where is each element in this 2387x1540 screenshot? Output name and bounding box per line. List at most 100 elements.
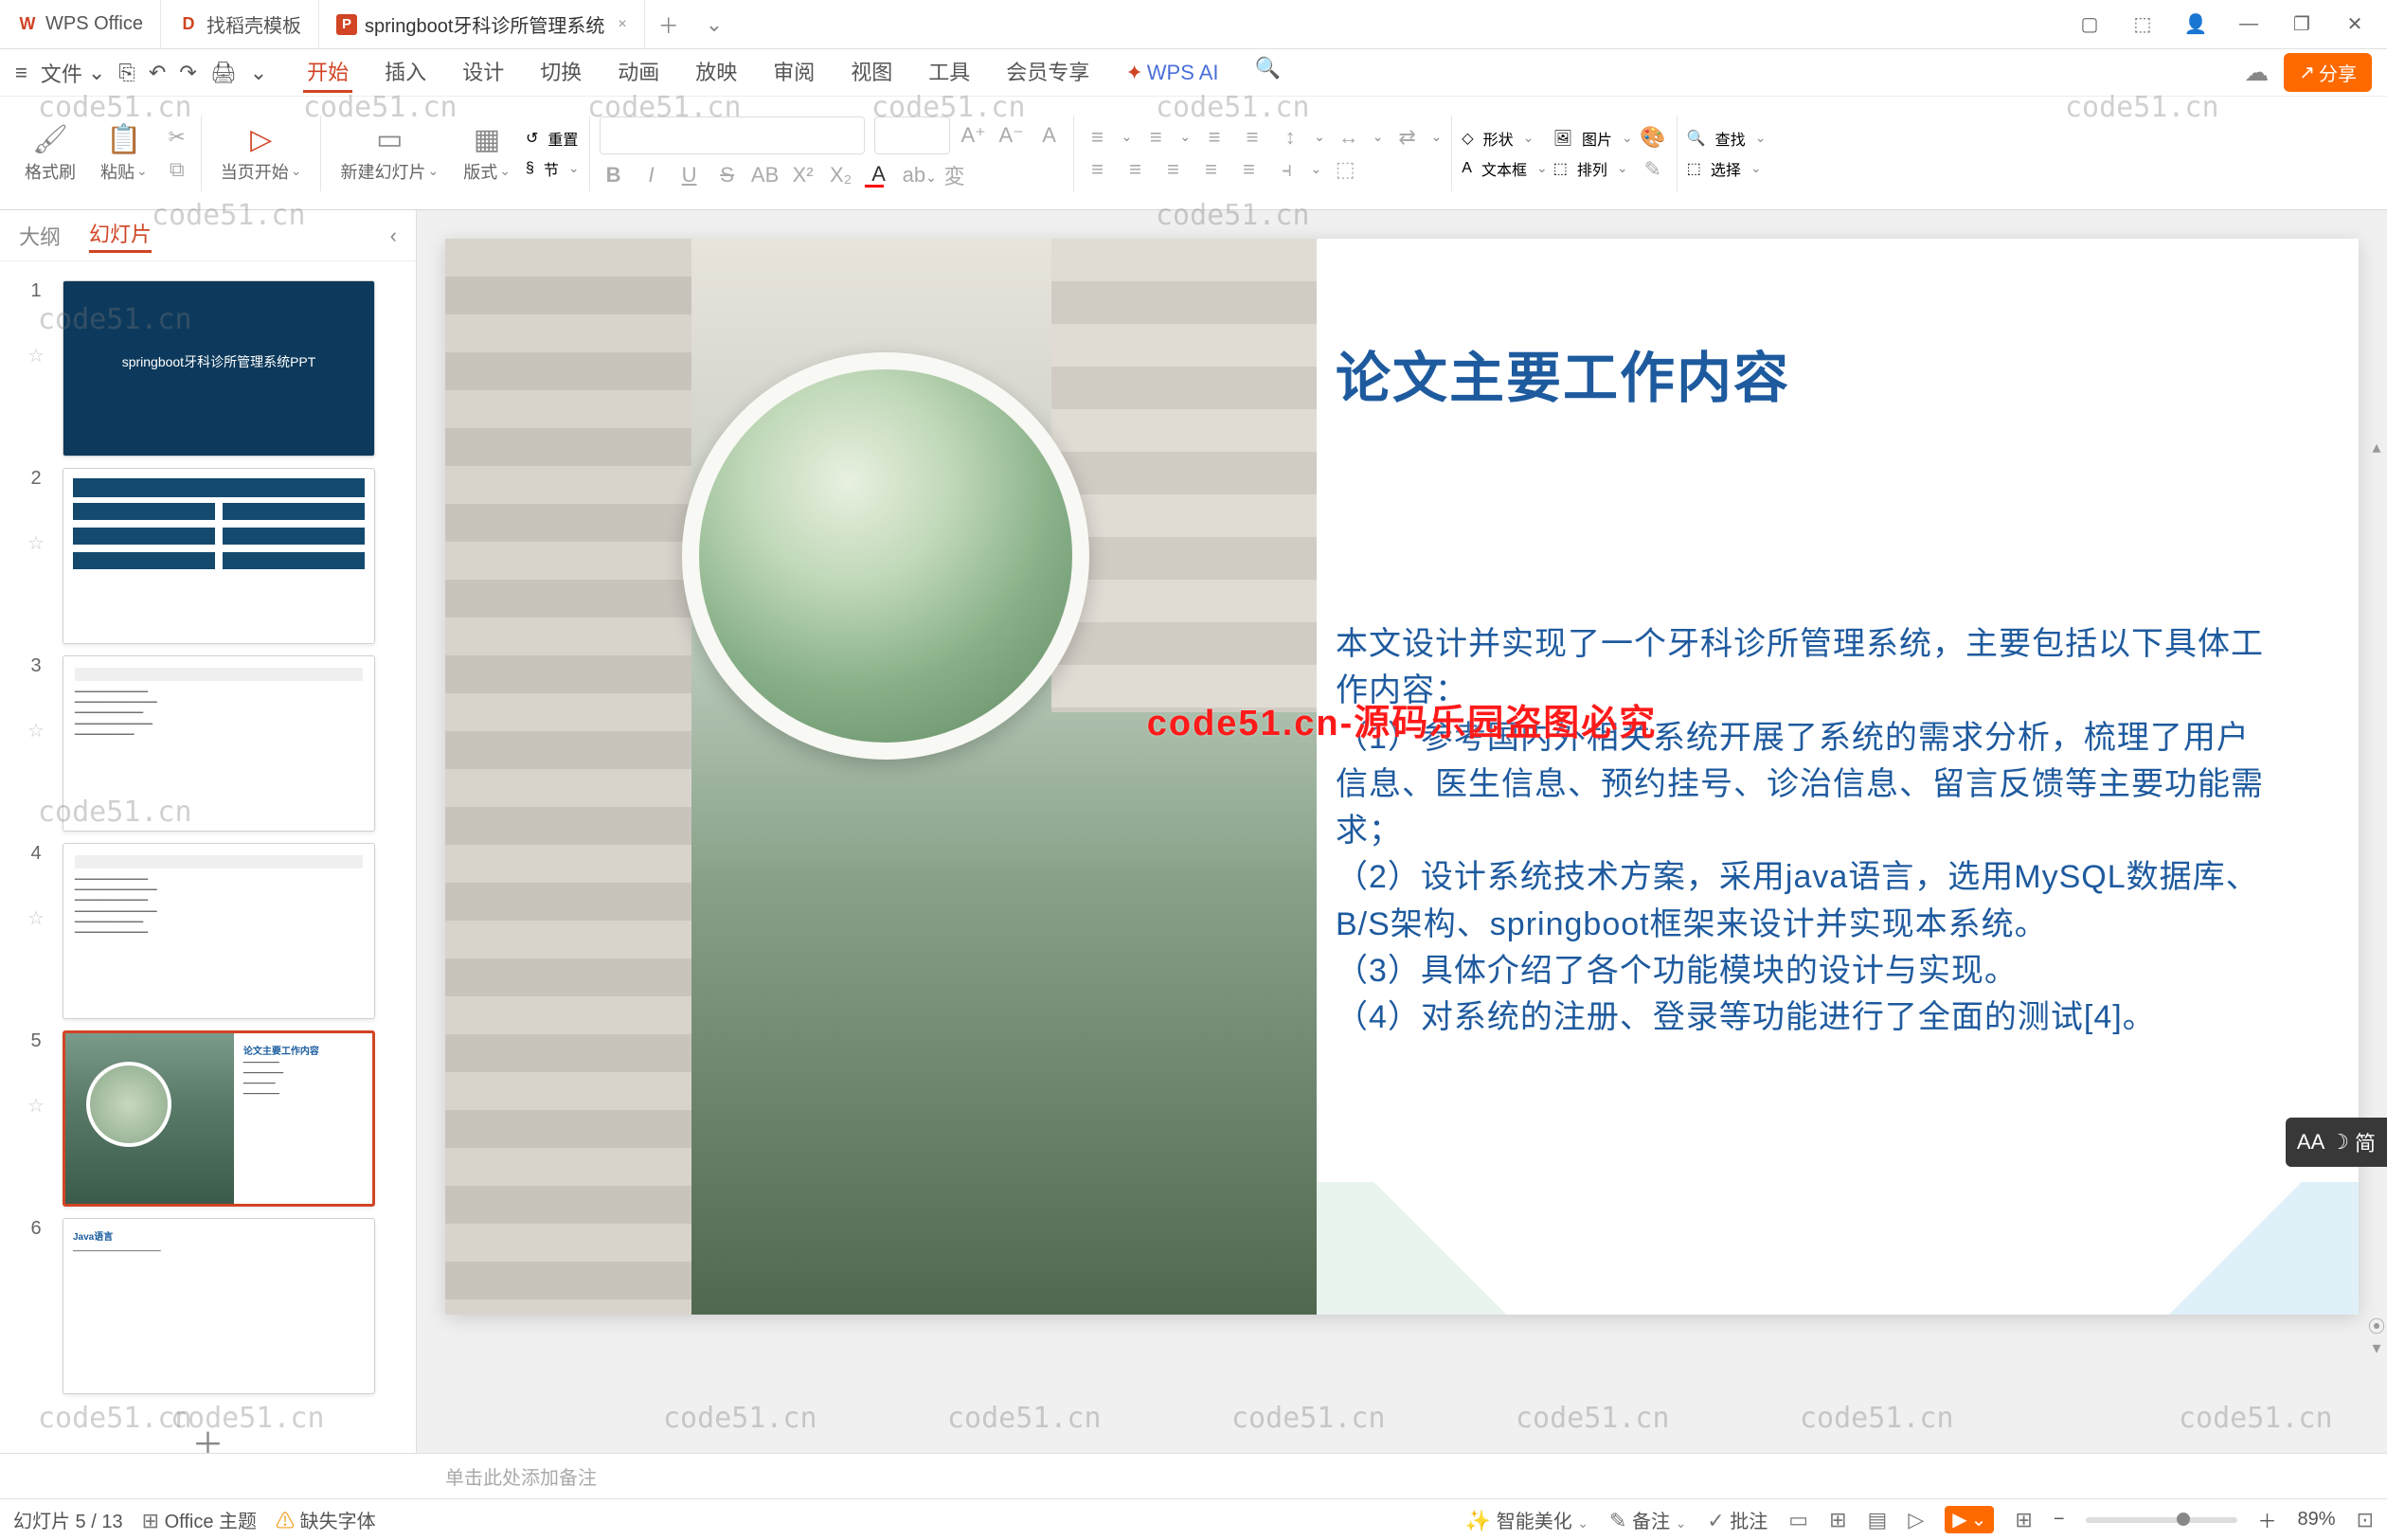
tab-wps-home[interactable]: W WPS Office xyxy=(0,0,161,48)
vertical-scrollbar[interactable]: ▴ ⦿ ▾ xyxy=(2368,438,2385,1358)
zoom-in-button[interactable]: ＋ xyxy=(2258,1506,2277,1533)
cut-icon[interactable]: ✂ xyxy=(163,125,191,150)
decrease-font-icon[interactable]: A⁻ xyxy=(997,123,1026,148)
slideshow-view-icon[interactable]: ▷ xyxy=(1908,1508,1924,1532)
qat-print-icon[interactable]: 🖨 xyxy=(210,61,237,85)
slide-canvas[interactable]: 论文主要工作内容 本文设计并实现了一个牙科诊所管理系统，主要包括以下具体工作内容… xyxy=(445,239,2359,1315)
new-slide-button[interactable]: ▭ 新建幻灯片⌄ xyxy=(331,123,448,184)
thumbnail-3[interactable]: 3☆ ━━━━━━━━━━━━━━━━━━━━━━━━━━━━━━━━━━━━━… xyxy=(0,650,416,837)
align-vertical-icon[interactable]: ⫞ xyxy=(1273,157,1301,182)
thumbnail-1[interactable]: 1☆ springboot牙科诊所管理系统PPT xyxy=(0,275,416,462)
increase-font-icon[interactable]: A⁺ xyxy=(960,123,988,148)
align-justify-icon[interactable]: ≡ xyxy=(1197,157,1226,182)
grid-view-icon[interactable]: ⊞ xyxy=(2015,1508,2032,1532)
scroll-prev-icon[interactable]: ⦿ xyxy=(2368,1314,2385,1338)
collapse-panel-icon[interactable]: ‹ xyxy=(390,224,397,248)
accessibility-badge[interactable]: AA ☽ 简 xyxy=(2286,1118,2387,1167)
numbering-icon[interactable]: ≡ xyxy=(1141,125,1170,150)
scroll-up-icon[interactable]: ▴ xyxy=(2372,438,2380,457)
qat-redo-icon[interactable]: ↷ xyxy=(179,61,196,85)
zoom-level[interactable]: 89% xyxy=(2298,1509,2336,1531)
tab-home[interactable]: 开始 xyxy=(303,52,352,93)
paste-group[interactable]: 📋 粘贴⌄ xyxy=(91,123,157,184)
decrease-indent-icon[interactable]: ≡ xyxy=(1200,125,1229,150)
underline-button[interactable]: U xyxy=(675,163,704,188)
clear-format-icon[interactable]: A xyxy=(1035,123,1064,148)
sorter-view-icon[interactable]: ⊞ xyxy=(1829,1508,1846,1532)
cloud-sync-icon[interactable]: ☁ xyxy=(2244,58,2269,87)
minimize-button[interactable]: — xyxy=(2235,11,2262,38)
bold-button[interactable]: B xyxy=(600,163,628,188)
bullets-icon[interactable]: ≡ xyxy=(1084,125,1112,150)
tab-transitions[interactable]: 切换 xyxy=(536,52,585,93)
tab-wps-ai[interactable]: ✦WPS AI xyxy=(1122,52,1222,93)
select-button[interactable]: ⬚选择⌄ xyxy=(1687,157,1767,180)
font-size-select[interactable] xyxy=(874,116,950,154)
theme-indicator[interactable]: ⊞ Office 主题 xyxy=(142,1506,257,1533)
distribute-icon[interactable]: ≡ xyxy=(1235,157,1264,182)
thumbnail-list[interactable]: 1☆ springboot牙科诊所管理系统PPT 2☆ 3☆ ━━━━━━━━━… xyxy=(0,261,416,1453)
tab-dropdown-icon[interactable]: ⌄ xyxy=(692,12,736,37)
tab-docer-templates[interactable]: D 找稻壳模板 xyxy=(161,0,319,48)
arrange-button[interactable]: ⬚排列⌄ xyxy=(1553,157,1633,180)
fill-color-icon[interactable]: 🎨 xyxy=(1639,125,1667,150)
align-left-icon[interactable]: ≡ xyxy=(1084,157,1112,182)
star-icon[interactable]: ☆ xyxy=(27,719,45,743)
tab-close-icon[interactable]: × xyxy=(618,16,626,33)
share-button[interactable]: ↗ 分享 xyxy=(2284,53,2372,92)
layout-button[interactable]: ▦ 版式⌄ xyxy=(454,123,520,184)
strike-button[interactable]: S xyxy=(713,163,742,188)
thumbnail-6[interactable]: 6 Java语言━━━━━━━━━━━━━━━━━━━━━━ xyxy=(0,1212,416,1400)
add-slide-button[interactable]: ＋ xyxy=(0,1400,416,1453)
highlight-icon[interactable]: ab⌄ xyxy=(903,163,931,188)
smart-beautify-button[interactable]: ✨ 智能美化 ⌄ xyxy=(1465,1506,1588,1533)
star-icon[interactable]: ☆ xyxy=(27,1094,45,1118)
slide-title[interactable]: 论文主要工作内容 xyxy=(1336,333,2273,413)
normal-view-icon[interactable]: ▭ xyxy=(1788,1508,1808,1532)
font-family-select[interactable] xyxy=(600,116,865,154)
subscript-button[interactable]: X₂ xyxy=(827,163,855,188)
close-window-button[interactable]: ✕ xyxy=(2342,11,2368,38)
align-center-icon[interactable]: ≡ xyxy=(1122,157,1150,182)
increase-indent-icon[interactable]: ≡ xyxy=(1238,125,1266,150)
qat-save-icon[interactable]: ⎘ xyxy=(118,61,135,85)
missing-font-warning[interactable]: ⚠ 缺失字体 xyxy=(276,1506,376,1533)
maximize-button[interactable]: ❐ xyxy=(2288,11,2315,38)
superscript-button[interactable]: X² xyxy=(789,163,817,188)
tab-current-document[interactable]: P springboot牙科诊所管理系统 × xyxy=(319,0,645,48)
align-right-icon[interactable]: ≡ xyxy=(1159,157,1188,182)
reset-button[interactable]: ↺重置 xyxy=(526,127,580,150)
thumbnail-2[interactable]: 2☆ xyxy=(0,462,416,650)
zoom-thumb[interactable] xyxy=(2177,1513,2190,1526)
qat-undo-icon[interactable]: ↶ xyxy=(149,61,166,85)
package-icon[interactable]: ⬚ xyxy=(2129,11,2156,38)
slide-body[interactable]: 本文设计并实现了一个牙科诊所管理系统，主要包括以下具体工作内容： （1）参考国内… xyxy=(1336,621,2273,1042)
picture-button[interactable]: 🖼图片⌄ xyxy=(1553,127,1633,150)
star-icon[interactable]: ☆ xyxy=(27,906,45,930)
thumbnail-5[interactable]: 5☆ 论文主要工作内容━━━━━━━━━━━━━━━━━━━━━━━━━━━━━… xyxy=(0,1025,416,1212)
section-button[interactable]: §节⌄ xyxy=(526,157,580,180)
comments-toggle[interactable]: ✓ 批注 xyxy=(1707,1506,1768,1533)
new-tab-button[interactable]: ＋ xyxy=(645,9,692,40)
play-from-current[interactable]: ▷ 当页开始⌄ xyxy=(211,123,312,184)
thumbnail-4[interactable]: 4☆ ━━━━━━━━━━━━━━━━━━━━━━━━━━━━━━━━━━━━━… xyxy=(0,837,416,1025)
reading-view-icon[interactable]: ▤ xyxy=(1868,1508,1888,1532)
text-shadow-icon[interactable]: AB xyxy=(751,163,780,188)
tab-design[interactable]: 设计 xyxy=(458,52,508,93)
font-color-icon[interactable]: A xyxy=(865,162,893,188)
play-slideshow-button[interactable]: ▶⌄ xyxy=(1945,1506,1994,1533)
line-spacing-icon[interactable]: ↕ xyxy=(1276,125,1304,150)
ribbon-search-icon[interactable]: 🔍 xyxy=(1251,52,1284,93)
tab-vip[interactable]: 会员专享 xyxy=(1002,52,1093,93)
notes-pane[interactable]: 单击此处添加备注 xyxy=(0,1453,2387,1498)
tab-view[interactable]: 视图 xyxy=(847,52,896,93)
slide-canvas-wrap[interactable]: 论文主要工作内容 本文设计并实现了一个牙科诊所管理系统，主要包括以下具体工作内容… xyxy=(417,210,2387,1453)
text-direction-icon[interactable]: ↔ xyxy=(1335,125,1363,150)
slides-tab[interactable]: 幻灯片 xyxy=(89,218,152,253)
copy-icon[interactable]: ⧉ xyxy=(163,157,191,182)
tab-review[interactable]: 审阅 xyxy=(769,52,818,93)
qat-more-icon[interactable]: ⌄ xyxy=(250,61,267,85)
hamburger-icon[interactable]: ≡ xyxy=(15,61,27,85)
smart-art-icon[interactable]: ⬚ xyxy=(1331,157,1359,182)
outline-color-icon[interactable]: ✎ xyxy=(1639,157,1667,182)
